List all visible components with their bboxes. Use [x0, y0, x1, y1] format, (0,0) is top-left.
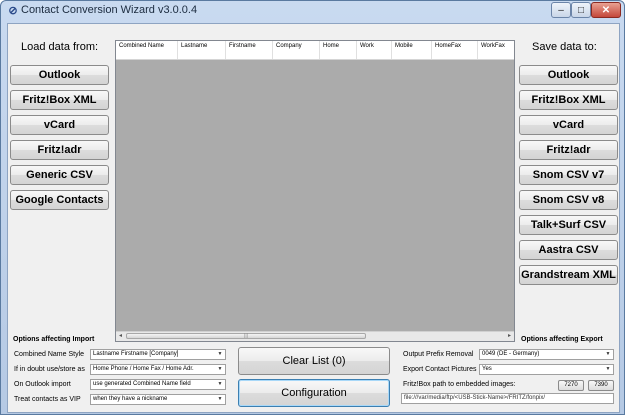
- save-snom-csv-v8-button[interactable]: Snom CSV v8: [519, 190, 618, 210]
- combined-name-style-label: Combined Name Style: [14, 351, 85, 358]
- save-aastra-csv-button[interactable]: Aastra CSV: [519, 240, 618, 260]
- column-header[interactable]: HomeFax: [432, 41, 478, 59]
- if-in-doubt-label: If in doubt use/store as: [14, 366, 85, 373]
- title-bar[interactable]: ⊘ Contact Conversion Wizard v3.0.0.4 – □…: [1, 1, 624, 21]
- load-generic-csv-button[interactable]: Generic CSV: [10, 165, 109, 185]
- fritzbox-path-label: Fritz!Box path to embedded images:: [403, 381, 516, 388]
- client-area: Load data from: Outlook Fritz!Box XML vC…: [7, 23, 620, 413]
- outlook-import-select[interactable]: use generated Combined Name field ▼: [90, 379, 226, 390]
- combo-value: Lastname Firstname [Company]: [93, 351, 179, 357]
- chevron-down-icon[interactable]: ▼: [603, 350, 613, 359]
- port-7270-button[interactable]: 7270: [558, 380, 584, 391]
- export-options-title: Options affecting Export: [521, 336, 603, 343]
- load-data-title: Load data from:: [21, 41, 99, 53]
- scroll-thumb[interactable]: |||: [126, 333, 366, 339]
- export-pictures-label: Export Contact Pictures: [403, 366, 477, 373]
- column-header[interactable]: Firstname: [226, 41, 273, 59]
- save-fritzadr-button[interactable]: Fritz!adr: [519, 140, 618, 160]
- treat-vip-label: Treat contacts as VIP: [14, 396, 81, 403]
- load-fritzadr-button[interactable]: Fritz!adr: [10, 140, 109, 160]
- column-header[interactable]: Company: [273, 41, 320, 59]
- chevron-down-icon[interactable]: ▼: [215, 395, 225, 404]
- configuration-button[interactable]: Configuration: [238, 379, 390, 407]
- maximize-button[interactable]: □: [571, 2, 591, 18]
- save-fritzbox-xml-button[interactable]: Fritz!Box XML: [519, 90, 618, 110]
- load-outlook-button[interactable]: Outlook: [10, 65, 109, 85]
- combo-value: 0049 (DE - Germany): [482, 351, 540, 357]
- horizontal-scrollbar[interactable]: ◂ ||| ▸: [116, 331, 514, 341]
- minimize-button[interactable]: –: [551, 2, 571, 18]
- chevron-down-icon[interactable]: ▼: [215, 365, 225, 374]
- export-pictures-select[interactable]: Yes ▼: [479, 364, 614, 375]
- load-vcard-button[interactable]: vCard: [10, 115, 109, 135]
- outlook-import-label: On Outlook import: [14, 381, 71, 388]
- save-outlook-button[interactable]: Outlook: [519, 65, 618, 85]
- load-google-contacts-button[interactable]: Google Contacts: [10, 190, 109, 210]
- fritzbox-path-input[interactable]: file:///var/media/ftp/<USB-Stick-Name>/F…: [401, 393, 614, 404]
- window-title: Contact Conversion Wizard v3.0.0.4: [21, 4, 198, 16]
- output-prefix-label: Output Prefix Removal: [403, 351, 474, 358]
- scroll-right-icon[interactable]: ▸: [505, 332, 514, 341]
- chevron-down-icon[interactable]: ▼: [215, 380, 225, 389]
- clear-list-button[interactable]: Clear List (0): [238, 347, 390, 375]
- save-vcard-button[interactable]: vCard: [519, 115, 618, 135]
- column-header[interactable]: Work: [357, 41, 392, 59]
- chevron-down-icon[interactable]: ▼: [215, 350, 225, 359]
- app-icon: ⊘: [8, 5, 18, 17]
- main-window: ⊘ Contact Conversion Wizard v3.0.0.4 – □…: [0, 0, 625, 415]
- chevron-down-icon[interactable]: ▼: [603, 365, 613, 374]
- import-options-title: Options affecting Import: [13, 336, 95, 343]
- contacts-grid[interactable]: Combined Name Lastname Firstname Company…: [115, 40, 515, 342]
- save-data-title: Save data to:: [532, 41, 597, 53]
- port-7390-button[interactable]: 7390: [588, 380, 614, 391]
- load-fritzbox-xml-button[interactable]: Fritz!Box XML: [10, 90, 109, 110]
- if-in-doubt-select[interactable]: Home Phone / Home Fax / Home Adr. ▼: [90, 364, 226, 375]
- combined-name-style-select[interactable]: Lastname Firstname [Company] ▼: [90, 349, 226, 360]
- column-header[interactable]: Mobile: [392, 41, 432, 59]
- save-grandstream-xml-button[interactable]: Grandstream XML: [519, 265, 618, 285]
- save-talk-surf-csv-button[interactable]: Talk+Surf CSV: [519, 215, 618, 235]
- save-snom-csv-v7-button[interactable]: Snom CSV v7: [519, 165, 618, 185]
- combo-value: use generated Combined Name field: [93, 381, 191, 387]
- column-header[interactable]: Combined Name: [116, 41, 178, 59]
- output-prefix-select[interactable]: 0049 (DE - Germany) ▼: [479, 349, 614, 360]
- column-header[interactable]: WorkFax: [478, 41, 514, 59]
- combo-value: Home Phone / Home Fax / Home Adr.: [93, 366, 194, 372]
- grid-header: Combined Name Lastname Firstname Company…: [116, 41, 514, 60]
- combo-value: when they have a nickname: [93, 396, 168, 402]
- combo-value: Yes: [482, 366, 492, 372]
- scroll-left-icon[interactable]: ◂: [116, 332, 125, 341]
- close-button[interactable]: ✕: [591, 2, 621, 18]
- column-header[interactable]: Lastname: [178, 41, 226, 59]
- column-header[interactable]: Home: [320, 41, 357, 59]
- treat-vip-select[interactable]: when they have a nickname ▼: [90, 394, 226, 405]
